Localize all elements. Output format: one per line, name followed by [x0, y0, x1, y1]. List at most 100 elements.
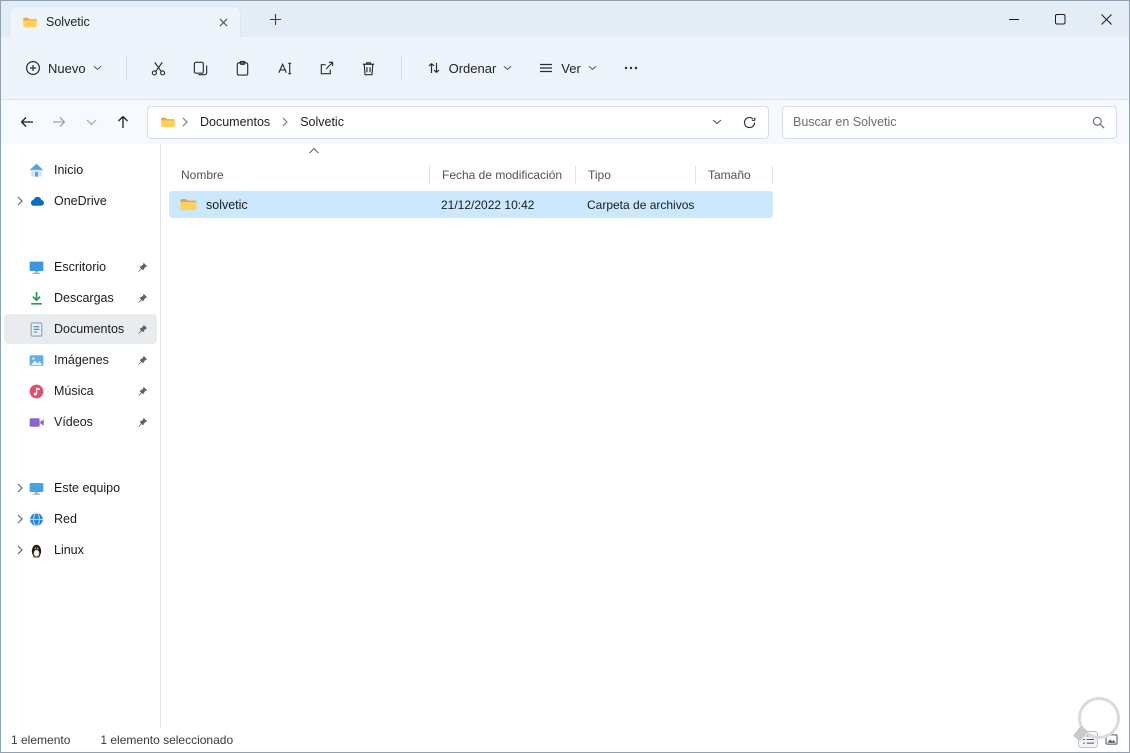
refresh-icon — [742, 115, 757, 130]
selection-count: 1 elemento seleccionado — [100, 733, 234, 747]
share-button[interactable] — [309, 51, 345, 85]
ellipsis-icon — [623, 60, 639, 76]
back-button[interactable] — [13, 108, 41, 136]
recent-locations-button[interactable] — [77, 108, 105, 136]
sort-button[interactable]: Ordenar — [416, 51, 523, 85]
pin-icon — [137, 293, 148, 304]
video-icon — [28, 414, 45, 431]
sidebar-item-linux[interactable]: Linux — [4, 535, 157, 565]
chevron-down-icon — [588, 65, 597, 71]
view-list-icon — [538, 60, 554, 76]
chevron-right-icon[interactable] — [12, 545, 28, 555]
file-name: solvetic — [206, 197, 248, 212]
column-header-fecha[interactable]: Fecha de modificación — [429, 166, 575, 184]
more-options-button[interactable] — [613, 51, 649, 85]
sidebar-item-red[interactable]: Red — [4, 504, 157, 534]
search-box — [782, 105, 1117, 139]
minimize-icon — [1008, 14, 1020, 25]
close-button[interactable] — [1083, 1, 1129, 37]
sidebar-item-este-equipo[interactable]: Este equipo — [4, 473, 157, 503]
large-icons-view-button[interactable] — [1101, 731, 1121, 748]
sidebar-item-descargas[interactable]: Descargas — [4, 283, 157, 313]
chevron-right-icon — [182, 117, 188, 127]
sidebar-item-videos[interactable]: Vídeos — [4, 407, 157, 437]
breadcrumb-item-documentos[interactable]: Documentos — [194, 112, 276, 132]
pictures-icon — [28, 352, 45, 369]
scissors-icon — [150, 60, 167, 77]
sort-button-label: Ordenar — [448, 60, 497, 76]
chevron-right-icon[interactable] — [12, 196, 28, 206]
chevron-down-icon — [712, 119, 722, 125]
rename-icon — [276, 60, 293, 77]
sort-arrows-icon — [426, 60, 442, 76]
tab-title: Solvetic — [46, 15, 90, 29]
trash-icon — [360, 60, 377, 77]
pin-icon — [137, 262, 148, 273]
clipboard-icon — [234, 60, 251, 77]
column-header-tamano[interactable]: Tamaño — [695, 166, 773, 184]
view-button-label: Ver — [561, 60, 581, 76]
sidebar-item-musica[interactable]: Música — [4, 376, 157, 406]
toolbar-divider — [125, 56, 127, 80]
copy-icon — [192, 60, 209, 77]
explorer-body: Inicio OneDrive Escritorio Descargas Doc… — [1, 144, 1129, 730]
copy-button[interactable] — [183, 51, 219, 85]
arrow-left-icon — [19, 114, 35, 130]
search-icon — [1091, 115, 1106, 130]
cut-button[interactable] — [141, 51, 177, 85]
chevron-right-icon[interactable] — [12, 483, 28, 493]
new-tab-button[interactable] — [263, 7, 287, 31]
chevron-down-icon — [86, 119, 97, 126]
refresh-button[interactable] — [736, 109, 762, 135]
tab-close-button[interactable] — [214, 13, 232, 31]
arrow-up-icon — [115, 114, 131, 130]
view-button[interactable]: Ver — [528, 51, 607, 85]
file-row-solvetic[interactable]: solvetic 21/12/2022 10:42 Carpeta de arc… — [169, 191, 773, 218]
navigation-pane: Inicio OneDrive Escritorio Descargas Doc… — [1, 144, 161, 730]
sidebar-item-documentos[interactable]: Documentos — [4, 314, 157, 344]
file-list-area: Nombre Fecha de modificación Tipo Tamaño… — [161, 144, 1129, 730]
file-explorer-window: Solvetic Nuevo Ordenar Ver Documentos So… — [0, 0, 1130, 753]
document-icon — [28, 321, 45, 338]
breadcrumb[interactable]: Documentos Solvetic — [147, 105, 769, 139]
details-view-button[interactable] — [1078, 731, 1098, 748]
breadcrumb-item-solvetic[interactable]: Solvetic — [294, 112, 350, 132]
chevron-right-icon[interactable] — [12, 514, 28, 524]
close-icon — [1100, 13, 1112, 25]
address-bar: Documentos Solvetic — [1, 100, 1129, 144]
column-header-nombre[interactable]: Nombre — [169, 166, 429, 184]
window-controls — [991, 1, 1129, 37]
pin-icon — [137, 355, 148, 366]
maximize-icon — [1054, 13, 1066, 25]
sidebar-item-inicio[interactable]: Inicio — [4, 155, 157, 185]
address-dropdown-button[interactable] — [704, 109, 730, 135]
search-input[interactable] — [793, 115, 1091, 129]
minimize-button[interactable] — [991, 1, 1037, 37]
new-button-label: Nuevo — [48, 60, 86, 76]
delete-button[interactable] — [351, 51, 387, 85]
sidebar-item-escritorio[interactable]: Escritorio — [4, 252, 157, 282]
home-icon — [28, 162, 45, 179]
maximize-button[interactable] — [1037, 1, 1083, 37]
forward-button[interactable] — [45, 108, 73, 136]
explorer-tab[interactable]: Solvetic — [9, 6, 241, 37]
sort-ascending-caret-icon[interactable] — [308, 147, 320, 154]
folder-icon — [22, 16, 38, 29]
column-header-tipo[interactable]: Tipo — [575, 166, 695, 184]
up-button[interactable] — [109, 108, 137, 136]
chevron-down-icon — [503, 65, 512, 71]
sidebar-item-onedrive[interactable]: OneDrive — [4, 186, 157, 216]
paste-button[interactable] — [225, 51, 261, 85]
folder-icon — [160, 116, 176, 129]
plus-icon — [269, 13, 281, 25]
column-headers: Nombre Fecha de modificación Tipo Tamaño — [169, 162, 1129, 188]
sidebar-item-imagenes[interactable]: Imágenes — [4, 345, 157, 375]
pin-icon — [137, 386, 148, 397]
new-button[interactable]: Nuevo — [15, 51, 112, 85]
share-icon — [318, 60, 335, 77]
rename-button[interactable] — [267, 51, 303, 85]
toolbar-divider — [400, 56, 402, 80]
status-bar: 1 elemento 1 elemento seleccionado — [1, 728, 1129, 752]
chevron-right-icon — [282, 117, 288, 127]
